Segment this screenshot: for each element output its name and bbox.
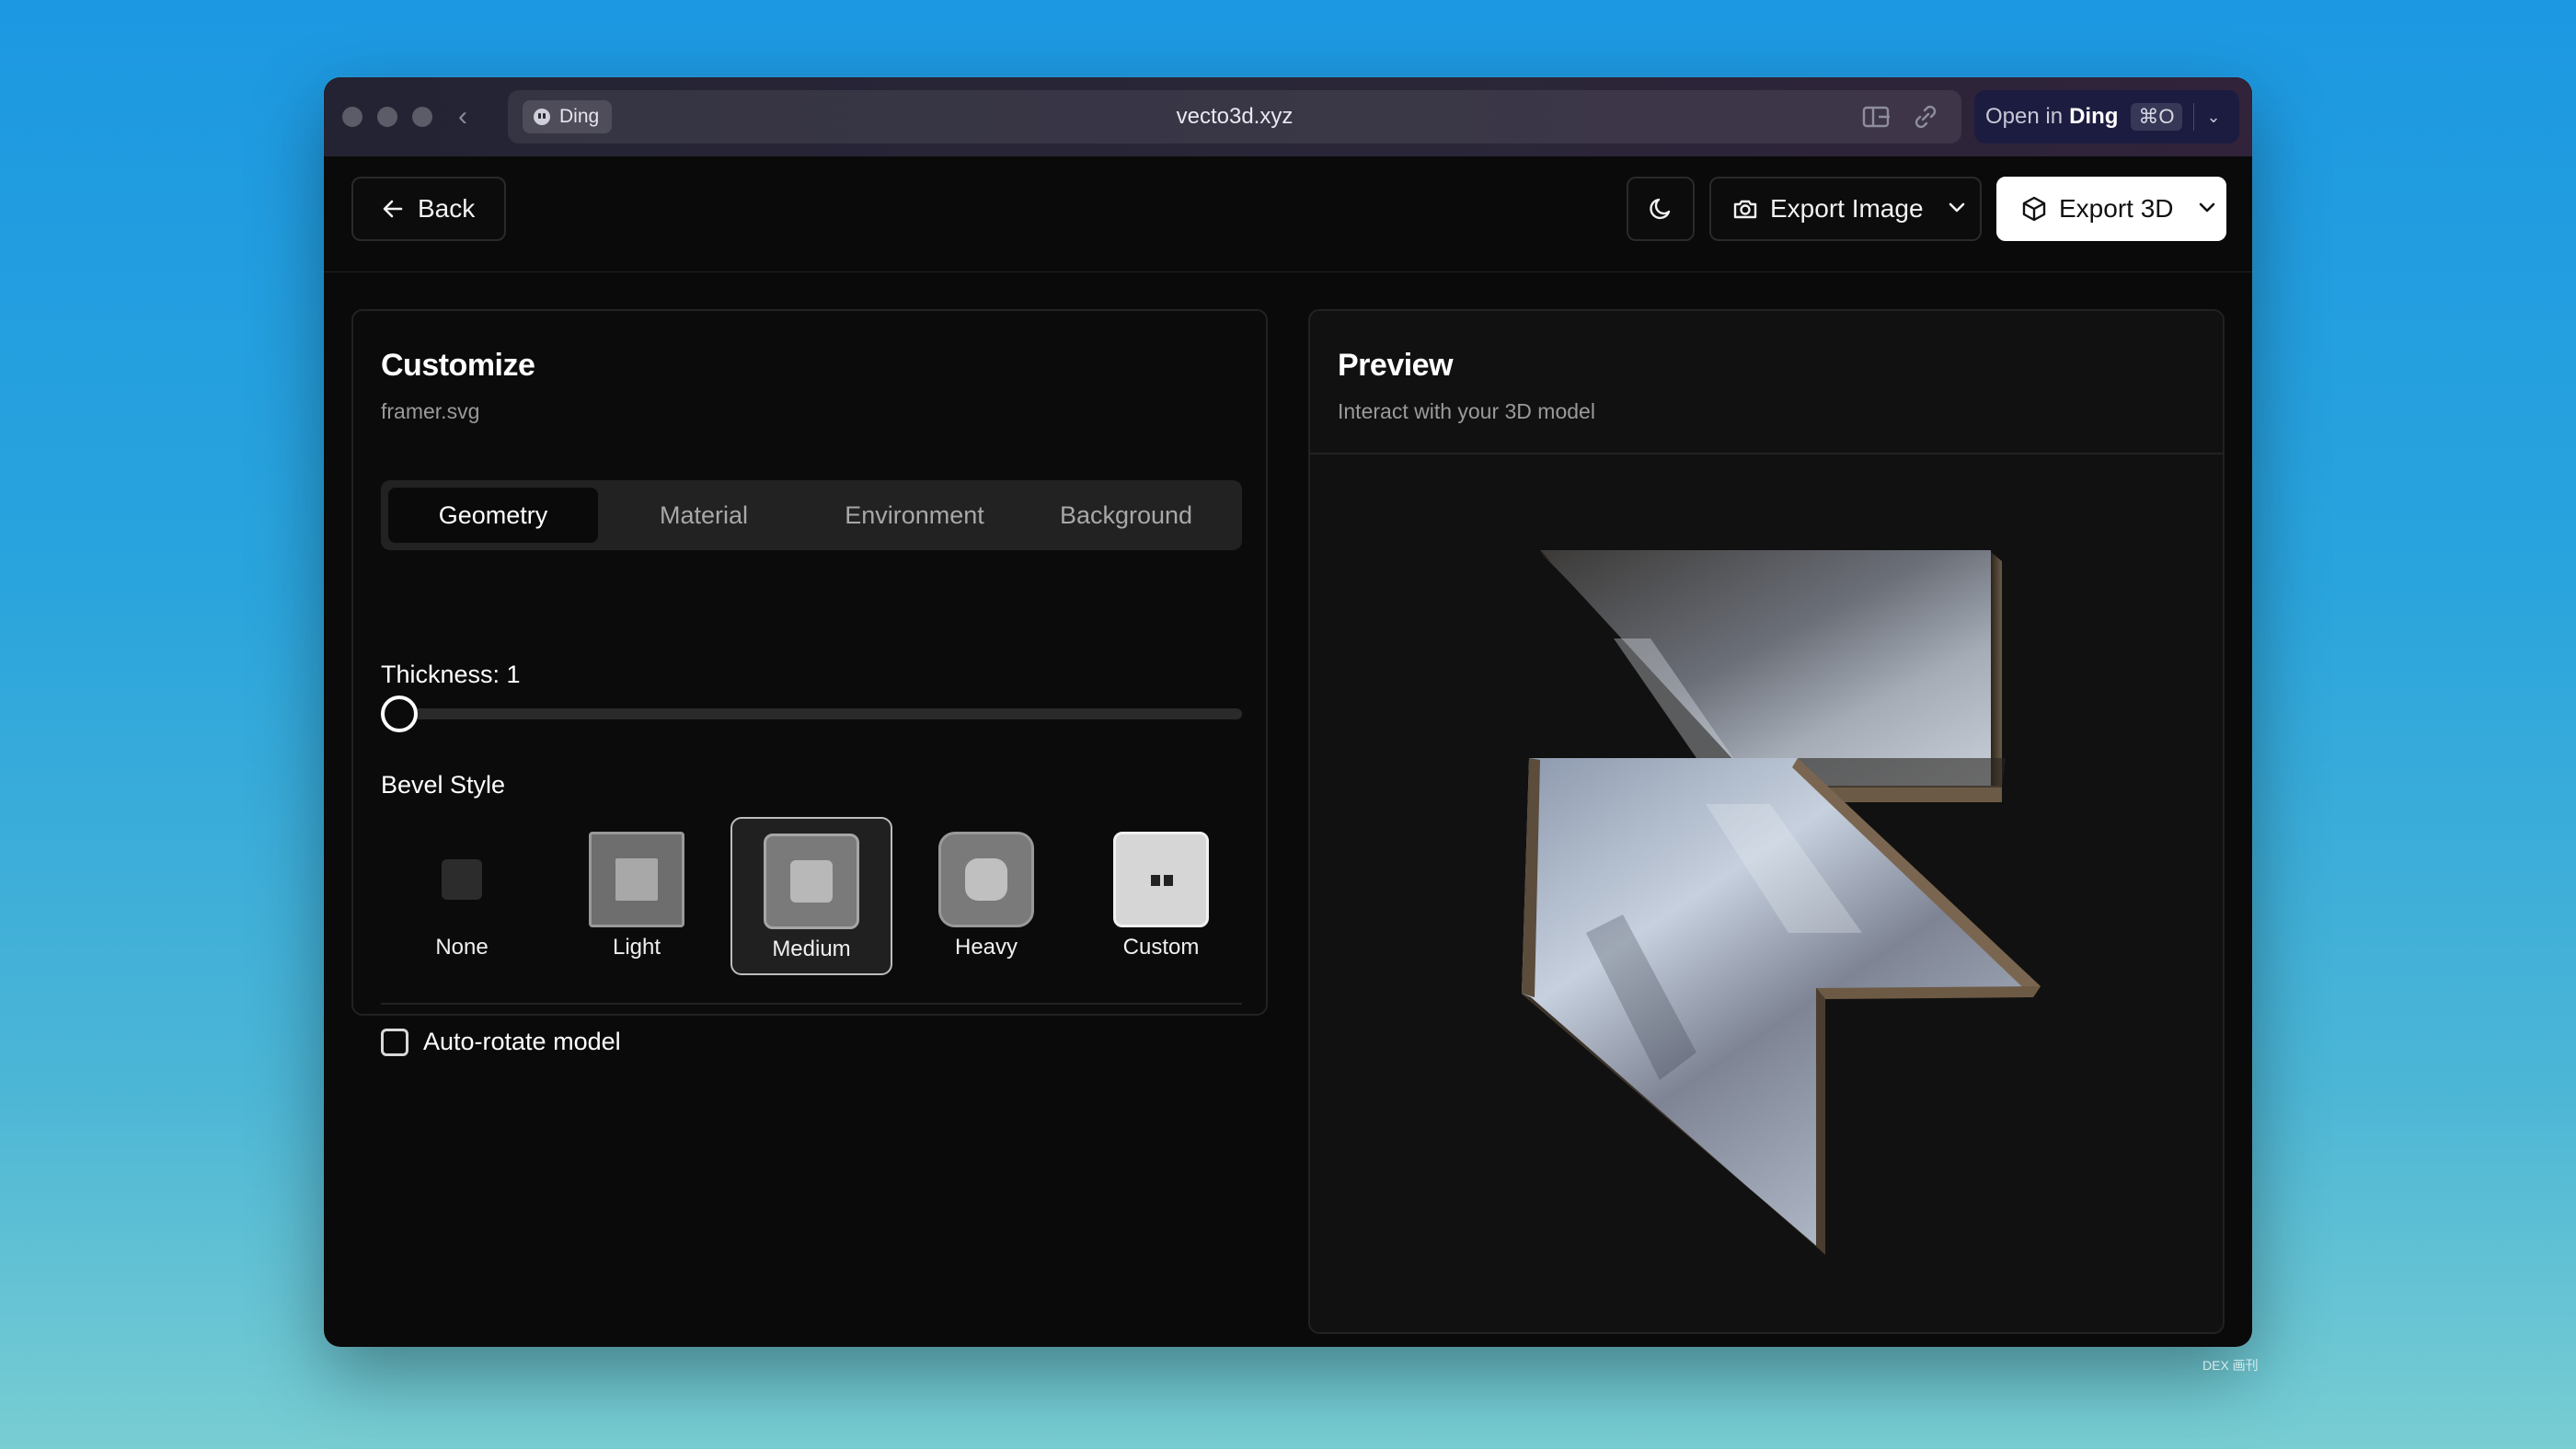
bevel-style-label: Bevel Style [381, 771, 506, 799]
shortcut-badge: ⌘O [2131, 103, 2182, 131]
bevel-option-none[interactable]: None [381, 817, 543, 975]
tab-material[interactable]: Material [599, 488, 809, 543]
bevel-option-label: None [435, 935, 489, 960]
browser-toolbar: ‹ Ding vecto3d.xyz Open in Ding ⌘O ⌄ [324, 77, 2252, 156]
customize-tabs: Geometry Material Environment Background [381, 480, 1242, 550]
customize-panel: Customize framer.svg Geometry Material E… [351, 309, 1268, 1056]
export-3d-label: Export 3D [2059, 194, 2174, 223]
file-name: framer.svg [381, 399, 480, 423]
preview-panel: Preview Interact with your 3D model [1308, 309, 2225, 1334]
bevel-heavy-preview [938, 832, 1034, 927]
arrow-left-icon [383, 200, 403, 218]
close-window-button[interactable] [342, 107, 362, 127]
camera-icon [1733, 200, 1757, 219]
tab-environment[interactable]: Environment [810, 488, 1019, 543]
moon-icon [1650, 198, 1671, 220]
auto-rotate-checkbox[interactable] [381, 1029, 408, 1056]
export-3d-button[interactable]: Export 3D [1996, 177, 2226, 241]
theme-toggle-button[interactable] [1627, 177, 1695, 241]
export-image-label: Export Image [1770, 194, 1924, 223]
bevel-option-label: Light [612, 935, 661, 960]
auto-rotate-label[interactable]: Auto-rotate model [423, 1028, 621, 1056]
open-in-app-name: Ding [2069, 104, 2119, 129]
browser-window: ‹ Ding vecto3d.xyz Open in Ding ⌘O ⌄ Bac… [324, 77, 2252, 1347]
watermark: DEX 画刊 [2202, 1358, 2259, 1373]
customize-title: Customize [381, 348, 535, 383]
thickness-slider[interactable] [381, 708, 1242, 719]
browser-back-icon[interactable]: ‹ [458, 103, 484, 131]
bevel-none-preview [442, 859, 482, 900]
tab-background[interactable]: Background [1021, 488, 1231, 543]
chevron-down-icon[interactable]: ⌄ [2207, 108, 2221, 127]
preview-subtitle: Interact with your 3D model [1338, 399, 1595, 423]
cube-icon [2022, 196, 2046, 222]
tab-geometry[interactable]: Geometry [388, 488, 598, 543]
bevel-option-label: Heavy [954, 935, 1018, 960]
3d-model-canvas[interactable] [1310, 454, 2223, 1332]
chevron-down-icon [2198, 199, 2216, 220]
bevel-option-label: Medium [772, 937, 851, 961]
bevel-option-label: Custom [1122, 935, 1200, 960]
link-icon[interactable] [1912, 103, 1941, 131]
minimize-window-button[interactable] [377, 107, 397, 127]
framer-logo-3d-model[interactable] [1310, 454, 2226, 1332]
window-controls [342, 107, 432, 127]
zoom-window-button[interactable] [412, 107, 432, 127]
bevel-custom-preview [1113, 832, 1209, 927]
sidebar-panel-icon[interactable] [1862, 103, 1892, 131]
bevel-option-light[interactable]: Light [556, 817, 718, 975]
thickness-slider-handle[interactable] [381, 696, 418, 732]
chevron-down-icon [1948, 199, 1966, 220]
back-label: Back [418, 194, 476, 223]
bevel-option-heavy[interactable]: Heavy [905, 817, 1067, 975]
thickness-label: Thickness: 1 [381, 661, 521, 688]
bevel-option-custom[interactable]: Custom [1080, 817, 1242, 975]
preview-title: Preview [1338, 348, 1454, 383]
open-in-ding-button[interactable]: Open in Ding ⌘O ⌄ [1974, 90, 2239, 144]
bevel-option-medium[interactable]: Medium [730, 817, 892, 975]
export-image-button[interactable]: Export Image [1709, 177, 1982, 241]
back-button[interactable]: Back [351, 177, 506, 241]
address-bar[interactable]: Ding vecto3d.xyz [508, 90, 1961, 144]
divider [2192, 103, 2194, 131]
app-header: Back Export Image Export 3D [324, 156, 2252, 272]
bevel-medium-preview [764, 834, 859, 929]
url-text[interactable]: vecto3d.xyz [508, 90, 1961, 144]
divider [381, 1003, 1242, 1005]
bevel-light-preview [589, 832, 684, 927]
open-in-prefix: Open in [1985, 104, 2064, 129]
